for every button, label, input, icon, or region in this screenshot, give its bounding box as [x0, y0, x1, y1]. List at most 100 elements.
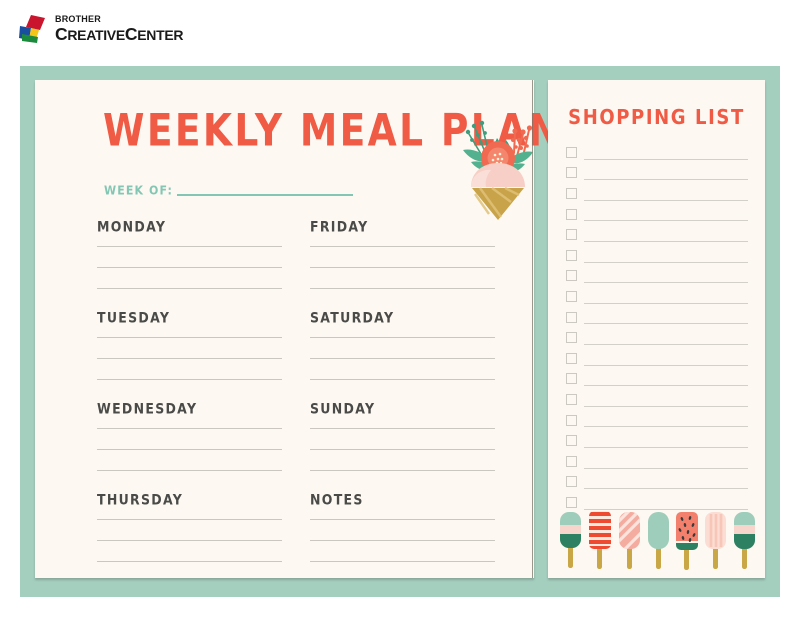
week-of-label: WEEK OF:: [104, 183, 173, 198]
shopping-item-writing-line[interactable]: [584, 405, 748, 407]
shopping-item-writing-line[interactable]: [584, 302, 748, 304]
shopping-list-item[interactable]: [566, 389, 748, 410]
brother-creative-center-logo[interactable]: BROTHER CREATIVECENTER: [18, 14, 183, 44]
shopping-list-item[interactable]: [566, 245, 748, 266]
day-writing-line[interactable]: [97, 358, 282, 359]
day-writing-line[interactable]: [97, 267, 282, 268]
shopping-list-item[interactable]: [566, 369, 748, 390]
checkbox-icon[interactable]: [566, 435, 577, 447]
day-writing-line[interactable]: [310, 288, 495, 289]
day-writing-line[interactable]: [310, 379, 495, 380]
checkbox-icon[interactable]: [566, 229, 577, 241]
checkbox-icon[interactable]: [566, 290, 577, 302]
checkbox-icon[interactable]: [566, 332, 577, 344]
checkbox-icon[interactable]: [566, 146, 577, 158]
checkbox-icon[interactable]: [566, 455, 577, 467]
week-of-writing-line[interactable]: [176, 194, 353, 196]
day-block-tuesday: TUESDAY: [97, 309, 282, 380]
checkbox-icon[interactable]: [566, 187, 577, 199]
day-label-sunday: SUNDAY: [310, 400, 376, 418]
day-label-monday: MONDAY: [97, 218, 167, 236]
shopping-list-item[interactable]: [566, 410, 748, 431]
day-writing-line[interactable]: [97, 449, 282, 450]
day-writing-line[interactable]: [310, 246, 495, 247]
shopping-item-writing-line[interactable]: [584, 364, 748, 366]
day-writing-line[interactable]: [310, 449, 495, 450]
day-writing-line[interactable]: [310, 561, 495, 562]
day-writing-line[interactable]: [310, 470, 495, 471]
shopping-item-writing-line[interactable]: [584, 426, 748, 428]
shopping-item-writing-line[interactable]: [584, 282, 748, 284]
shopping-item-writing-line[interactable]: [584, 220, 748, 222]
day-label-saturday: SATURDAY: [310, 309, 395, 327]
shopping-item-writing-line[interactable]: [584, 343, 748, 345]
checkbox-icon[interactable]: [566, 414, 577, 426]
brand-c1: C: [55, 23, 68, 44]
day-block-friday: FRIDAY: [310, 219, 495, 289]
checkbox-icon[interactable]: [566, 352, 577, 364]
checkbox-icon[interactable]: [566, 496, 577, 508]
checkbox-icon[interactable]: [566, 167, 577, 179]
printable-sheet-frame: WEEKLY MEAL PLAN WEEK OF: MONDAY TUESDAY…: [20, 66, 780, 597]
shopping-item-writing-line[interactable]: [584, 467, 748, 469]
shopping-list-item[interactable]: [566, 286, 748, 307]
day-writing-line[interactable]: [97, 246, 282, 247]
day-writing-line[interactable]: [97, 470, 282, 471]
shopping-list-panel: SHOPPING LIST: [548, 80, 765, 578]
shopping-list-item[interactable]: [566, 472, 748, 493]
day-writing-line[interactable]: [310, 337, 495, 338]
checkbox-icon[interactable]: [566, 208, 577, 220]
shopping-item-writing-line[interactable]: [584, 179, 748, 181]
pink-vertical-stripe-popsicle: [705, 512, 726, 549]
brand-reative: REATIVE: [67, 26, 125, 43]
day-label-notes: NOTES: [310, 491, 364, 509]
day-label-tuesday: TUESDAY: [97, 309, 171, 327]
brand-wordmark: BROTHER CREATIVECENTER: [55, 14, 183, 44]
meal-plan-panel: WEEKLY MEAL PLAN WEEK OF: MONDAY TUESDAY…: [35, 80, 560, 578]
shopping-item-writing-line[interactable]: [584, 488, 748, 490]
day-writing-line[interactable]: [97, 540, 282, 541]
shopping-item-writing-line[interactable]: [584, 261, 748, 263]
shopping-item-writing-line[interactable]: [584, 158, 748, 160]
day-writing-line[interactable]: [310, 540, 495, 541]
day-writing-line[interactable]: [97, 288, 282, 289]
day-writing-line[interactable]: [97, 337, 282, 338]
day-writing-line[interactable]: [310, 358, 495, 359]
shopping-item-writing-line[interactable]: [584, 199, 748, 201]
day-column-left: MONDAY TUESDAY WEDNESDAY THURSDAY: [97, 218, 282, 562]
day-writing-line[interactable]: [97, 561, 282, 562]
shopping-list-item[interactable]: [566, 451, 748, 472]
perforation-cut-line: [532, 80, 533, 578]
checkbox-icon[interactable]: [566, 476, 577, 488]
day-writing-line[interactable]: [97, 379, 282, 380]
checkbox-icon[interactable]: [566, 249, 577, 261]
day-writing-line[interactable]: [97, 428, 282, 429]
day-column-right: FRIDAY SATURDAY SUNDAY NOTES: [310, 219, 495, 562]
shopping-list-item[interactable]: [566, 327, 748, 348]
checkbox-icon[interactable]: [566, 270, 577, 282]
shopping-list-item[interactable]: [566, 266, 748, 287]
shopping-list-item[interactable]: [566, 204, 748, 225]
day-writing-line[interactable]: [310, 519, 495, 520]
week-of-field[interactable]: WEEK OF:: [104, 183, 353, 198]
shopping-list-item[interactable]: [566, 163, 748, 184]
day-writing-line[interactable]: [310, 267, 495, 268]
shopping-item-writing-line[interactable]: [584, 240, 748, 242]
shopping-list-item[interactable]: [566, 307, 748, 328]
checkbox-icon[interactable]: [566, 373, 577, 385]
day-writing-line[interactable]: [310, 428, 495, 429]
shopping-list-item[interactable]: [566, 183, 748, 204]
shopping-list-item[interactable]: [566, 430, 748, 451]
shopping-item-writing-line[interactable]: [584, 446, 748, 448]
shopping-list-item[interactable]: [566, 142, 748, 163]
day-block-notes: NOTES: [310, 491, 495, 562]
checkbox-icon[interactable]: [566, 311, 577, 323]
checkbox-icon[interactable]: [566, 393, 577, 405]
day-writing-line[interactable]: [97, 519, 282, 520]
shopping-list-item[interactable]: [566, 224, 748, 245]
day-block-saturday: SATURDAY: [310, 309, 495, 380]
shopping-item-writing-line[interactable]: [584, 323, 748, 325]
solid-mint-popsicle: [648, 512, 669, 549]
shopping-item-writing-line[interactable]: [584, 385, 748, 387]
shopping-list-item[interactable]: [566, 348, 748, 369]
